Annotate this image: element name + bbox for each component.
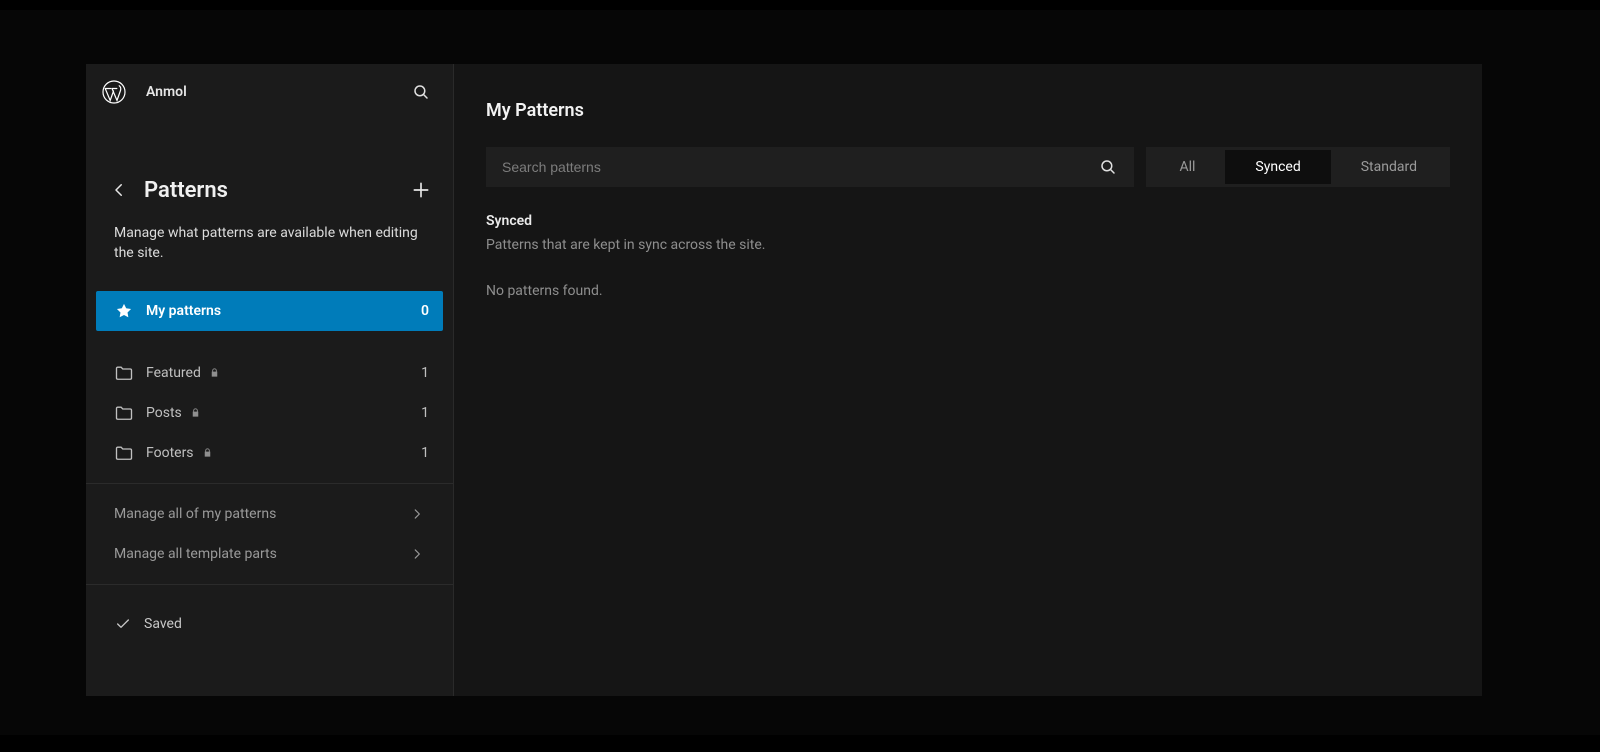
add-pattern-button[interactable] [407, 176, 435, 204]
nav-label: Featured [146, 365, 409, 381]
empty-state: No patterns found. [486, 283, 1450, 299]
toolbar: All Synced Standard [486, 147, 1450, 187]
back-icon[interactable] [108, 179, 130, 201]
site-name: Anmol [138, 84, 393, 100]
chevron-right-icon [409, 506, 425, 522]
folder-icon [114, 443, 134, 463]
manage-template-parts[interactable]: Manage all template parts [96, 534, 443, 574]
saved-label: Saved [144, 616, 182, 632]
lock-icon [202, 447, 214, 459]
sidebar: Anmol Patterns [86, 64, 454, 696]
manage-label: Manage all of my patterns [114, 506, 409, 522]
folder-icon [114, 363, 134, 383]
nav-count: 1 [421, 405, 429, 421]
page-title: My Patterns [486, 100, 1450, 121]
search-field[interactable] [486, 147, 1134, 187]
search-input[interactable] [502, 159, 1094, 175]
star-icon [114, 301, 134, 321]
nav-label: Footers [146, 445, 409, 461]
sidebar-header: Anmol [86, 64, 453, 120]
section-description: Patterns that are kept in sync across th… [486, 237, 1450, 253]
manage-all-patterns[interactable]: Manage all of my patterns [96, 494, 443, 534]
nav-count: 1 [421, 445, 429, 461]
sidebar-item-posts[interactable]: Posts 1 [96, 393, 443, 433]
main-content: My Patterns All Synced Standard Synce [454, 64, 1482, 696]
chevron-right-icon [409, 546, 425, 562]
sync-filter: All Synced Standard [1146, 147, 1450, 187]
save-status: Saved [86, 585, 453, 663]
sidebar-item-footers[interactable]: Footers 1 [96, 433, 443, 473]
nav-count: 0 [421, 303, 429, 319]
wordpress-logo-icon[interactable] [102, 80, 126, 104]
lock-icon [209, 367, 221, 379]
check-icon [114, 615, 132, 633]
sidebar-item-my-patterns[interactable]: My patterns 0 [96, 291, 443, 331]
sidebar-title-row: Patterns [86, 170, 453, 210]
nav-label: Posts [146, 405, 409, 421]
folder-icon [114, 403, 134, 423]
nav-label: My patterns [146, 303, 409, 319]
sidebar-item-featured[interactable]: Featured 1 [96, 353, 443, 393]
nav-count: 1 [421, 365, 429, 381]
manage-label: Manage all template parts [114, 546, 409, 562]
filter-standard[interactable]: Standard [1331, 150, 1447, 184]
sidebar-page-title: Patterns [144, 178, 407, 203]
filter-synced[interactable]: Synced [1225, 150, 1330, 184]
search-icon[interactable] [1094, 153, 1122, 181]
open-command-palette-icon[interactable] [405, 76, 437, 108]
section-heading: Synced [486, 213, 1450, 229]
app-frame: Anmol Patterns [86, 64, 1482, 696]
sidebar-subtitle: Manage what patterns are available when … [86, 210, 453, 263]
lock-icon [190, 407, 202, 419]
filter-all[interactable]: All [1149, 150, 1225, 184]
